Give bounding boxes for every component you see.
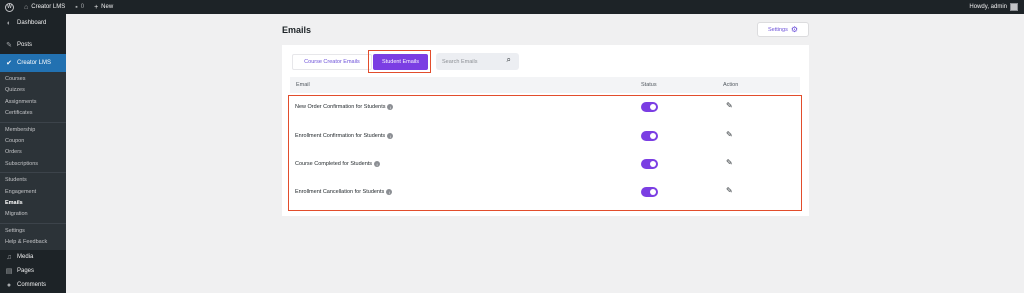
status-toggle[interactable] [641, 131, 658, 141]
sidebar-item-label: Pages [17, 268, 35, 275]
email-name: Enrollment Confirmation for Students [295, 133, 386, 139]
pages-icon: ▤ [5, 268, 13, 276]
submenu-divider [0, 222, 66, 224]
howdy-label: Howdy, admin [969, 4, 1007, 10]
sidebar-item-coupon[interactable]: Coupon [0, 136, 66, 147]
submenu-divider [0, 172, 66, 174]
page-title: Emails [282, 25, 312, 35]
column-header-action: Action [723, 82, 739, 88]
sidebar-item-comments[interactable]: ● Comments [0, 278, 66, 292]
column-header-email: Email [296, 82, 310, 88]
account-menu[interactable]: Howdy, admin [969, 3, 1024, 11]
sidebar-item-orders[interactable]: Orders [0, 147, 66, 158]
sidebar-item-help-feedback[interactable]: Help & Feedback [0, 237, 66, 248]
sidebar-item-settings[interactable]: Settings [0, 226, 66, 237]
table-row: Enrollment Cancellation for Students i ✎ [295, 180, 795, 206]
info-icon[interactable]: i [387, 104, 394, 110]
comments-icon: ● [6, 281, 12, 289]
sidebar-item-label: Media [17, 254, 34, 261]
tab-course-creator-emails[interactable]: Course Creator Emails [292, 54, 372, 70]
search-input[interactable]: Search Emails ⌕ [436, 53, 519, 70]
column-header-status: Status [641, 82, 657, 88]
sidebar-item-label: Comments [17, 282, 47, 289]
sidebar-item-engagement[interactable]: Engagement [0, 187, 66, 198]
home-icon: ⌂ [24, 3, 29, 11]
new-content-link[interactable]: + New [89, 0, 118, 14]
sidebar-item-membership[interactable]: Membership [0, 125, 66, 136]
site-name-link[interactable]: ⌂ Creator LMS [19, 0, 70, 14]
creator-lms-submenu: Courses Quizzes Assignments Certificates… [0, 72, 66, 251]
sidebar-item-posts[interactable]: ✎ Posts [0, 36, 66, 54]
comments-link[interactable]: ▪ 0 [70, 0, 89, 14]
info-icon[interactable]: i [387, 133, 394, 139]
comments-count: 0 [80, 4, 85, 10]
wordpress-logo-icon: W [5, 2, 14, 12]
wordpress-logo-button[interactable]: W [0, 0, 19, 14]
sidebar-item-emails[interactable]: Emails [0, 198, 66, 209]
search-placeholder: Search Emails [442, 58, 478, 65]
table-row: New Order Confirmation for Students i ✎ [295, 95, 795, 121]
settings-button[interactable]: Settings ⚙ [757, 22, 809, 37]
sidebar-item-courses[interactable]: Courses [0, 74, 66, 85]
sidebar-item-students[interactable]: Students [0, 175, 66, 186]
search-icon[interactable]: ⌕ [507, 56, 511, 64]
admin-bar: W ⌂ Creator LMS ▪ 0 + New Howdy, admin [0, 0, 1024, 14]
table-header: Email Status Action [290, 77, 800, 93]
table-row: Enrollment Confirmation for Students i ✎ [295, 124, 795, 150]
sidebar-item-quizzes[interactable]: Quizzes [0, 85, 66, 96]
media-icon: ♫ [6, 253, 12, 261]
sidebar-item-creator-lms[interactable]: ✔ Creator LMS [0, 54, 66, 72]
plus-icon: + [94, 3, 99, 11]
pencil-icon[interactable]: ✎ [726, 131, 733, 139]
email-name: New Order Confirmation for Students [295, 104, 386, 110]
table-row: Course Completed for Students i ✎ [295, 152, 795, 178]
status-toggle[interactable] [641, 102, 658, 112]
emails-panel: Course Creator Emails Student Emails Sea… [282, 45, 809, 216]
pencil-icon[interactable]: ✎ [726, 159, 733, 167]
info-icon[interactable]: i [386, 189, 393, 195]
admin-sidebar: ◐ Dashboard ✎ Posts ✔ Creator LMS Course… [0, 14, 66, 293]
pencil-icon[interactable]: ✎ [726, 102, 733, 110]
dashboard-icon: ◐ [6, 19, 12, 27]
sidebar-item-label: Creator LMS [17, 60, 52, 66]
new-label: New [101, 4, 114, 10]
status-toggle[interactable] [641, 187, 658, 197]
lms-icon: ✔ [6, 60, 12, 67]
pin-icon: ✎ [6, 42, 12, 49]
info-icon[interactable]: i [374, 161, 381, 167]
sidebar-item-migration[interactable]: Migration [0, 209, 66, 220]
sidebar-item-label: Dashboard [17, 20, 47, 26]
submenu-divider [0, 121, 66, 123]
sidebar-item-label: Posts [17, 42, 33, 48]
avatar [1010, 3, 1018, 11]
sidebar-item-certificates[interactable]: Certificates [0, 108, 66, 119]
sidebar-item-dashboard[interactable]: ◐ Dashboard [0, 14, 66, 32]
sidebar-item-subscriptions[interactable]: Subscriptions [0, 159, 66, 170]
settings-button-label: Settings [767, 26, 788, 33]
tab-student-emails[interactable]: Student Emails [373, 54, 428, 70]
sidebar-item-assignments[interactable]: Assignments [0, 97, 66, 108]
sidebar-item-media[interactable]: ♫ Media [0, 250, 66, 264]
email-name: Enrollment Cancellation for Students [295, 189, 385, 195]
pencil-icon[interactable]: ✎ [726, 187, 733, 195]
gear-icon: ⚙ [790, 24, 799, 34]
comment-bubble-icon: ▪ [75, 3, 78, 11]
sidebar-item-pages[interactable]: ▤ Pages [0, 264, 66, 278]
email-name: Course Completed for Students [295, 161, 373, 167]
status-toggle[interactable] [641, 159, 658, 169]
site-name-label: Creator LMS [31, 4, 66, 10]
